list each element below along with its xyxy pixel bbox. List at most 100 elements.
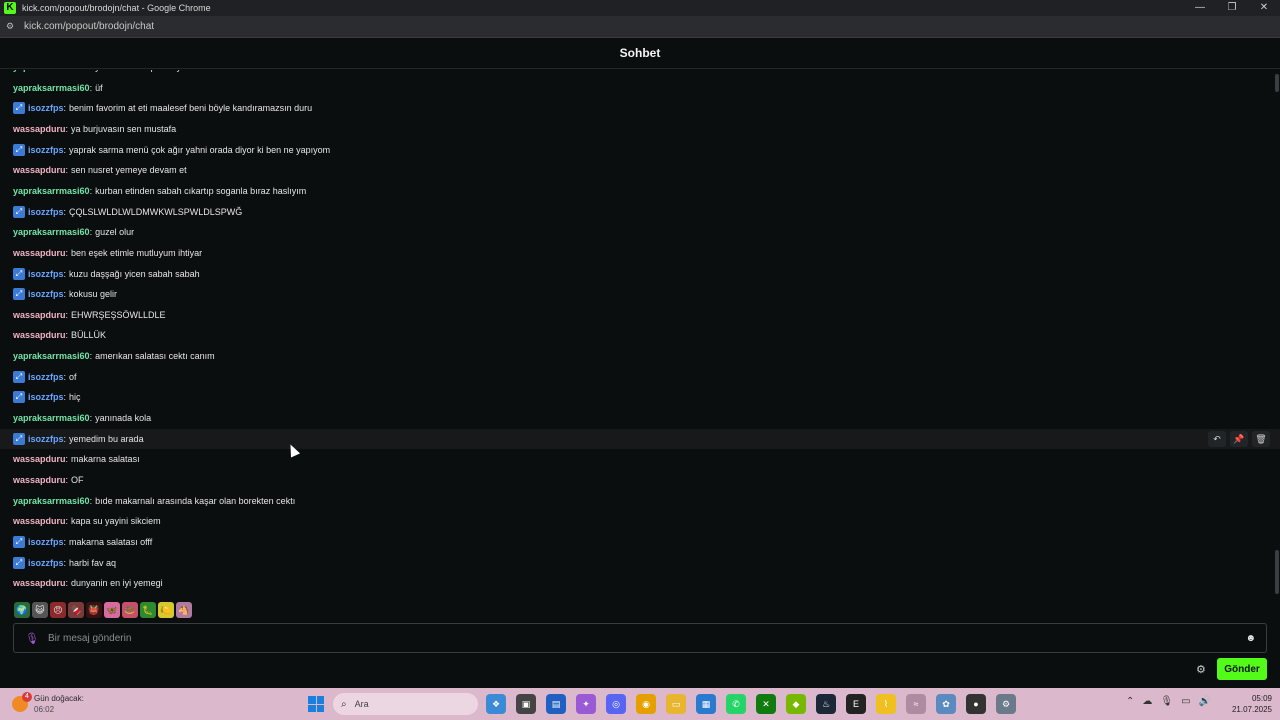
- chat-message[interactable]: wassapduru: makarna salatası: [0, 449, 1280, 469]
- record-icon[interactable]: ●: [966, 694, 986, 714]
- widgets-icon[interactable]: ❖: [486, 694, 506, 714]
- scrollbar-thumb[interactable]: [1275, 550, 1279, 594]
- emote-icon[interactable]: 🐴: [176, 602, 192, 618]
- chat-message[interactable]: wassapduru: sen nusret yemeye devam et: [0, 160, 1280, 180]
- chat-username[interactable]: wassapduru: [13, 330, 66, 340]
- chat-username[interactable]: isozzfps: [28, 207, 64, 217]
- chat-message-input[interactable]: [48, 632, 1198, 644]
- chevron-up-icon[interactable]: ⌃: [1126, 696, 1134, 707]
- settings-icon[interactable]: ✿: [936, 694, 956, 714]
- chat-username[interactable]: yapraksarrmasi60: [13, 351, 90, 361]
- cloud-icon[interactable]: ☁: [1142, 696, 1152, 707]
- chat-message[interactable]: yapraksarrmasi60: bıde makarnalı arasında…: [0, 491, 1280, 511]
- emote-icon[interactable]: 😠: [50, 602, 66, 618]
- chat-username[interactable]: wassapduru: [13, 454, 66, 464]
- files-icon[interactable]: ▭: [666, 694, 686, 714]
- chat-username[interactable]: yapraksarrmasi60: [13, 496, 90, 506]
- chat-message[interactable]: ⤢ isozzfps: yemedim bu arada ↶ 📌 🗑: [0, 428, 1280, 449]
- emote-icon[interactable]: 👹: [86, 602, 102, 618]
- chat-message[interactable]: ⤢ isozzfps: harbi fav aq: [0, 553, 1280, 573]
- xbox-icon[interactable]: ✕: [756, 694, 776, 714]
- send-button[interactable]: Gönder: [1217, 658, 1267, 680]
- chat-username[interactable]: wassapduru: [13, 248, 66, 258]
- emoji-picker-icon[interactable]: ☻: [1245, 633, 1256, 644]
- restore-button[interactable]: ❐: [1216, 0, 1248, 16]
- chat-message[interactable]: wassapduru: kapa su yayini sikciem: [0, 511, 1280, 531]
- microphone-icon[interactable]: 🎙: [24, 632, 40, 645]
- chat-username[interactable]: isozzfps: [28, 372, 64, 382]
- chat-scrollbar[interactable]: [1275, 70, 1279, 598]
- chat-username[interactable]: isozzfps: [28, 103, 64, 113]
- pin-icon[interactable]: 📌: [1230, 430, 1248, 447]
- chat-message[interactable]: wassapduru: ben eşek etimle mutluyum ihti…: [0, 243, 1280, 263]
- chat-username[interactable]: yapraksarrmasi60: [13, 186, 90, 196]
- chat-message[interactable]: yapraksarrmasi60:yahni kısmen pilav ayrı…: [0, 70, 1280, 77]
- chat-message[interactable]: ⤢ isozzfps: hiç: [0, 387, 1280, 407]
- chat-username[interactable]: yapraksarrmasi60: [13, 413, 90, 423]
- reply-icon[interactable]: ↶: [1208, 430, 1226, 447]
- chat-message[interactable]: wassapduru: EHWRŞEŞSÖWLLDLE: [0, 305, 1280, 325]
- chat-message[interactable]: ⤢ isozzfps: ÇQLSLWLDLWLDMWKWLSPWLDLSPWĞ: [0, 202, 1280, 222]
- chat-username[interactable]: isozzfps: [28, 145, 64, 155]
- chat-message[interactable]: ⤢ isozzfps: benim favorim at eti maalesef …: [0, 98, 1280, 118]
- emote-icon[interactable]: 🍩: [122, 602, 138, 618]
- emote-icon[interactable]: 🍫: [68, 602, 84, 618]
- chat-message[interactable]: yapraksarrmasi60: guzel olur: [0, 222, 1280, 242]
- chat-message[interactable]: ⤢ isozzfps: kokusu gelir: [0, 284, 1280, 304]
- chat-message[interactable]: wassapduru: BÜLLÜK: [0, 325, 1280, 345]
- whatsapp-icon[interactable]: ✆: [726, 694, 746, 714]
- chat-username[interactable]: yapraksarrmasi60: [13, 70, 90, 72]
- chat-username[interactable]: isozzfps: [28, 269, 64, 279]
- chat-username[interactable]: wassapduru: [13, 124, 66, 134]
- chat-username[interactable]: wassapduru: [13, 165, 66, 175]
- emote-icon[interactable]: 🍋: [158, 602, 174, 618]
- chat-username[interactable]: isozzfps: [28, 558, 64, 568]
- emote-icon[interactable]: 😺: [32, 602, 48, 618]
- start-button[interactable]: [308, 696, 324, 712]
- taskbar-search[interactable]: ⌕ Ara: [333, 693, 478, 715]
- weather-widget[interactable]: 4 Gün doğacak: 06:02: [10, 692, 110, 716]
- chat-message[interactable]: wassapduru: ya burjuvasın sen mustafa: [0, 119, 1280, 139]
- chat-username[interactable]: wassapduru: [13, 578, 66, 588]
- gear-icon[interactable]: ⚙: [996, 694, 1016, 714]
- network-icon[interactable]: ▭: [1181, 696, 1190, 707]
- discord-icon[interactable]: ◎: [606, 694, 626, 714]
- chat-message[interactable]: yapraksarrmasi60: üf: [0, 78, 1280, 98]
- chat-message[interactable]: yapraksarrmasi60: yanınada kola: [0, 408, 1280, 428]
- chat-message[interactable]: ⤢ isozzfps: kuzu daşşağı yicen sabah sabah: [0, 264, 1280, 284]
- store-icon[interactable]: ▤: [546, 694, 566, 714]
- copilot-icon[interactable]: ✦: [576, 694, 596, 714]
- chat-settings-icon[interactable]: ⚙: [1196, 663, 1206, 676]
- volume-icon[interactable]: 🔊: [1199, 696, 1211, 707]
- chat-message[interactable]: ⤢ isozzfps: of: [0, 367, 1280, 387]
- chat-message[interactable]: wassapduru: OF: [0, 470, 1280, 490]
- chat-username[interactable]: isozzfps: [28, 289, 64, 299]
- steam-icon[interactable]: ♨: [816, 694, 836, 714]
- taskbar-clock[interactable]: 05:09 21.07.2025: [1226, 693, 1272, 715]
- chat-message[interactable]: ⤢ isozzfps: makarna salatası offf: [0, 532, 1280, 552]
- chat-username[interactable]: isozzfps: [28, 434, 64, 444]
- chat-input-box[interactable]: 🎙 ☻: [13, 623, 1267, 653]
- notes-icon[interactable]: ⌇: [876, 694, 896, 714]
- emote-icon[interactable]: 🐛: [140, 602, 156, 618]
- emote-icon[interactable]: 🦋: [104, 602, 120, 618]
- chat-username[interactable]: yapraksarrmasi60: [13, 227, 90, 237]
- chrome-icon[interactable]: ◉: [636, 694, 656, 714]
- chat-username[interactable]: isozzfps: [28, 392, 64, 402]
- nvidia-icon[interactable]: ◆: [786, 694, 806, 714]
- app-icon[interactable]: ≈: [906, 694, 926, 714]
- chat-username[interactable]: wassapduru: [13, 475, 66, 485]
- minimize-button[interactable]: —: [1184, 0, 1216, 16]
- url-text[interactable]: kick.com/popout/brodojn/chat: [24, 21, 154, 32]
- chat-message-list[interactable]: yapraksarrmasi60: yahni kısmen pilav ayrı…: [0, 70, 1280, 598]
- photos-icon[interactable]: ▦: [696, 694, 716, 714]
- chat-message[interactable]: yapraksarrmasi60: amerıkan salatası cektı…: [0, 346, 1280, 366]
- chat-message[interactable]: wassapduru: dunyanin en iyi yemegi: [0, 573, 1280, 593]
- chat-message[interactable]: ⤢ isozzfps: yaprak sarma menü çok ağır yah…: [0, 140, 1280, 160]
- emote-icon[interactable]: 🌍: [14, 602, 30, 618]
- microphone-tray-icon[interactable]: 🎙: [1160, 696, 1173, 707]
- chat-message[interactable]: yapraksarrmasi60: kurban etinden sabah cı…: [0, 181, 1280, 201]
- explorer-icon[interactable]: ▣: [516, 694, 536, 714]
- chat-username[interactable]: wassapduru: [13, 516, 66, 526]
- chat-username[interactable]: wassapduru: [13, 310, 66, 320]
